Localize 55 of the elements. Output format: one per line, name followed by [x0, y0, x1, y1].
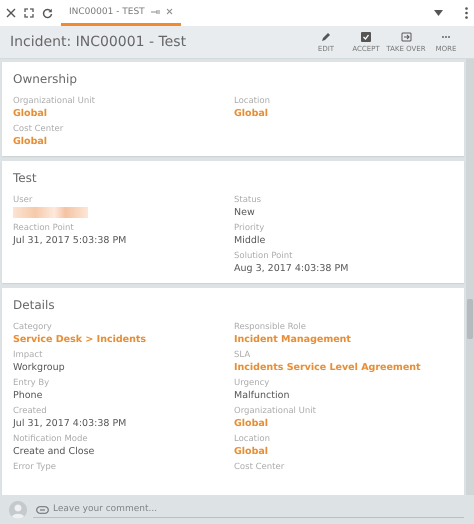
field-label: User — [13, 195, 34, 205]
comment-field[interactable]: Leave your comment... — [33, 501, 464, 518]
field-label: Priority — [234, 223, 266, 233]
field-link[interactable]: Incidents Service Level Agreement — [234, 362, 453, 373]
field-value: Middle — [234, 235, 266, 246]
pin-icon — [150, 8, 160, 14]
field-label: Entry By — [13, 378, 50, 388]
section-title: Details — [13, 298, 56, 312]
field-label: Urgency — [234, 378, 270, 388]
close-icon[interactable] — [6, 8, 16, 18]
refresh-icon[interactable] — [42, 8, 53, 18]
field-label: Status — [234, 195, 262, 205]
field-value: Jul 31, 2017 5:03:38 PM — [13, 235, 128, 246]
field-label: Location — [234, 434, 271, 444]
field-label: Cost Center — [234, 462, 286, 472]
field-link[interactable]: Global — [13, 136, 234, 147]
field-link[interactable]: Global — [13, 108, 234, 119]
field-link[interactable]: Global — [234, 108, 453, 119]
field-value: New — [234, 207, 256, 218]
fullscreen-icon[interactable] — [24, 8, 34, 18]
dropdown-icon[interactable] — [434, 10, 443, 16]
field-label: Reaction Point — [13, 223, 75, 233]
avatar-icon — [9, 500, 27, 518]
field-link[interactable]: Service Desk > Incidents — [13, 334, 234, 345]
field-label: Impact — [13, 350, 44, 360]
field-label: Solution Point — [234, 251, 294, 261]
field-label: Organizational Unit — [13, 96, 96, 106]
field-value: Malfunction — [234, 390, 290, 401]
field-value: Jul 31, 2017 4:03:38 PM — [13, 418, 128, 429]
scrollbar[interactable] — [466, 59, 474, 495]
field-label: Error Type — [13, 462, 57, 472]
field-label: Created — [13, 406, 48, 416]
page-title: Incident: INC00001 - Test — [10, 34, 188, 50]
attachment-icon[interactable] — [36, 506, 49, 514]
pencil-icon — [321, 32, 331, 42]
field-value: Phone — [13, 390, 44, 401]
field-label: Responsible Role — [234, 322, 307, 332]
checkbox-icon — [361, 32, 371, 42]
field-label: Category — [13, 322, 53, 332]
field-label: Location — [234, 96, 271, 106]
field-label: Notification Mode — [13, 434, 89, 444]
field-label: Organizational Unit — [234, 406, 317, 416]
field-link[interactable]: Incident Management — [234, 334, 453, 345]
field-label: SLA — [234, 350, 252, 360]
field-value: Create and Close — [13, 446, 96, 457]
section-title: Test — [13, 171, 38, 185]
field-link[interactable]: Global — [234, 446, 453, 457]
kebab-menu-icon[interactable] — [465, 7, 468, 19]
field-value: Workgroup — [13, 362, 66, 373]
enter-icon — [400, 32, 412, 42]
close-icon[interactable] — [166, 8, 173, 15]
field-label: Cost Center — [13, 124, 64, 134]
section-title: Ownership — [13, 72, 78, 86]
field-value: Aug 3, 2017 4:03:38 PM — [234, 263, 350, 274]
field-link[interactable]: Global — [234, 418, 453, 429]
